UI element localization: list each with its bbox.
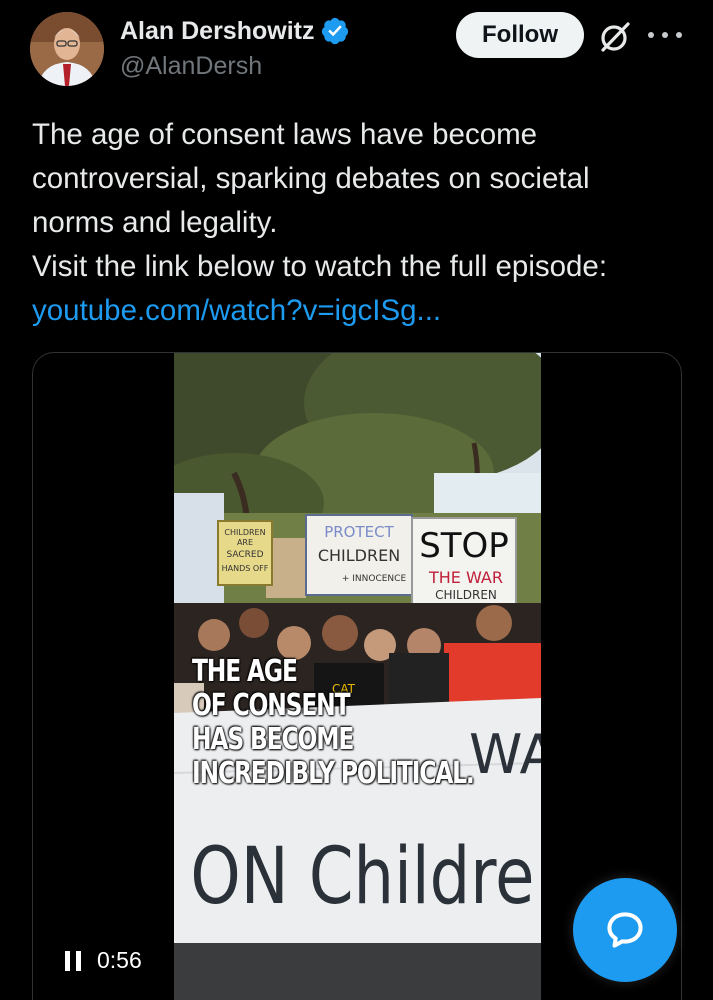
tweet-link[interactable]: youtube.com/watch?v=igcISg... bbox=[32, 289, 692, 333]
author-handle[interactable]: @AlanDersh bbox=[120, 52, 262, 81]
sign1-text: HANDS OFF bbox=[222, 564, 269, 573]
sign2-text: CHILDREN bbox=[318, 546, 400, 565]
banner-partial-text: WA bbox=[469, 723, 541, 786]
video-player[interactable]: CHILDREN ARE SACRED HANDS OFF PROTECT CH… bbox=[174, 353, 541, 1000]
author-name-row[interactable]: Alan Dershowitz bbox=[120, 16, 350, 46]
verified-badge-icon bbox=[322, 17, 349, 45]
sign1-text: CHILDREN bbox=[224, 528, 265, 537]
caption-line: HAS BECOME bbox=[192, 722, 354, 757]
reply-bubble-icon bbox=[607, 912, 643, 948]
sign1-text: ARE bbox=[237, 538, 253, 547]
video-timestamp: 0:56 bbox=[97, 947, 142, 973]
sign2-text: + INNOCENCE bbox=[342, 574, 407, 584]
pause-icon[interactable] bbox=[65, 951, 81, 971]
caption-line: THE AGE bbox=[192, 654, 298, 689]
tweet-line: controversial, sparking debates on socie… bbox=[32, 162, 590, 195]
sign2-text: PROTECT bbox=[324, 523, 394, 541]
caption-line: OF CONSENT bbox=[192, 688, 351, 723]
sign1-text: SACRED bbox=[226, 550, 263, 560]
sign3-text: CHILDREN bbox=[435, 588, 497, 602]
banner-text: ON Childre bbox=[190, 831, 534, 922]
video-caption: THE AGE OF CONSENT HAS BECOME INCREDIBLY… bbox=[192, 654, 475, 791]
grok-icon[interactable] bbox=[598, 20, 632, 54]
tweet-text: The age of consent laws have become cont… bbox=[32, 113, 692, 333]
more-options-icon[interactable] bbox=[648, 22, 682, 48]
caption-line: INCREDIBLY POLITICAL. bbox=[192, 756, 475, 791]
author-name[interactable]: Alan Dershowitz bbox=[120, 17, 314, 46]
follow-button[interactable]: Follow bbox=[456, 12, 584, 58]
sign3-text: STOP bbox=[419, 526, 509, 566]
tweet-line: norms and legality. bbox=[32, 206, 278, 239]
reply-button[interactable] bbox=[573, 878, 677, 982]
tweet-line: Visit the link below to watch the full e… bbox=[32, 250, 608, 283]
sign3-text: THE WAR bbox=[428, 568, 503, 587]
tweet-line: The age of consent laws have become bbox=[32, 118, 538, 151]
author-avatar[interactable] bbox=[30, 12, 104, 86]
